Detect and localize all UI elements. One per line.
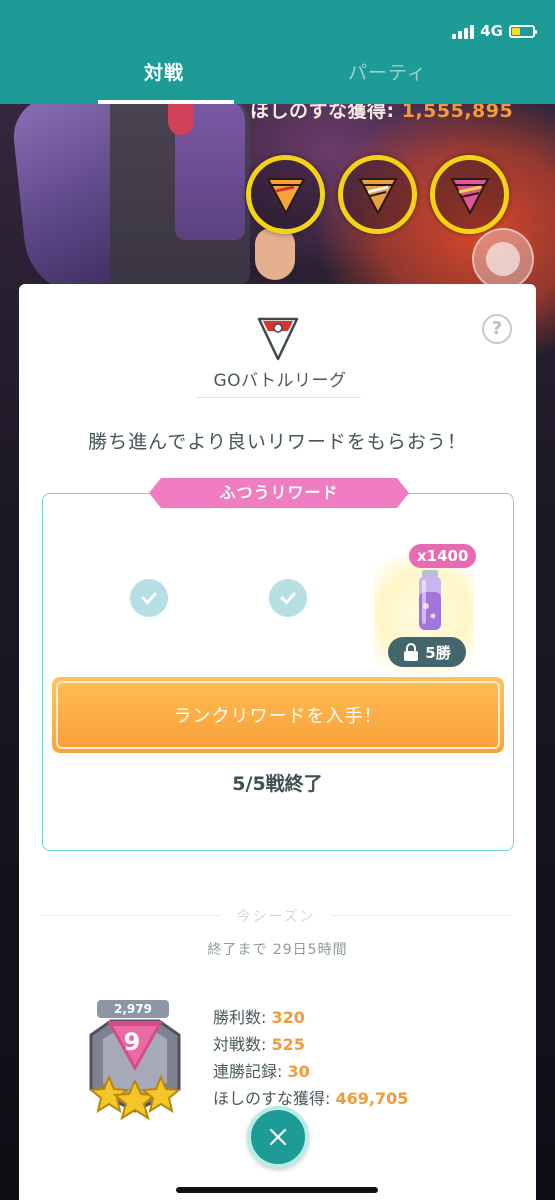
divider: [197, 397, 361, 398]
ultra-league-icon: [357, 177, 398, 215]
stat-value: 30: [287, 1062, 310, 1081]
divider: [331, 915, 511, 916]
reward-quantity-badge: x1400: [409, 544, 477, 568]
completed-win-marker: [269, 579, 307, 617]
stat-label: 勝利数:: [213, 1008, 267, 1027]
top-tab-bar: 4G 対戦 パーティ: [0, 0, 555, 104]
season-label: 今シーズン: [236, 909, 316, 925]
stat-battles: 対戦数: 525: [213, 1031, 408, 1058]
season-end-countdown: 終了まで 29日5時間: [207, 942, 348, 958]
network-type: 4G: [480, 22, 503, 40]
lock-win-requirement: 5勝: [425, 643, 451, 662]
battery-icon: [509, 24, 537, 38]
stat-label: ほしのすな獲得:: [213, 1089, 331, 1108]
tab-party[interactable]: パーティ: [348, 58, 427, 85]
season-stats: 勝利数: 320 対戦数: 525 連勝記録: 30 ほしのすな獲得: 469,…: [213, 1004, 408, 1112]
reward-tier-ribbon: ふつうリワード: [149, 478, 409, 508]
great-league-icon: [257, 317, 299, 361]
trainer-hand: [255, 228, 295, 280]
home-indicator[interactable]: [176, 1187, 378, 1193]
great-league-icon: [265, 177, 306, 215]
battle-league-panel: ? GOバトルリーグ 勝ち進んでより良いリワードをもらおう！ ふつうリワード x…: [19, 284, 536, 1200]
master-league-icon: [449, 177, 490, 215]
assistive-touch-button[interactable]: [472, 228, 534, 290]
active-tab-indicator: [98, 100, 234, 104]
stat-wins: 勝利数: 320: [213, 1004, 408, 1031]
league-name: GOバトルリーグ: [213, 371, 347, 391]
close-icon: [269, 1128, 287, 1146]
check-icon: [141, 592, 157, 604]
rating-badge: 2,979: [97, 1000, 169, 1018]
check-icon: [280, 592, 296, 604]
rank-number: 9: [123, 1028, 141, 1056]
master-league-badge[interactable]: [430, 155, 509, 234]
close-button[interactable]: [247, 1106, 309, 1168]
completed-win-marker: [130, 579, 168, 617]
stat-value: 469,705: [335, 1089, 409, 1108]
stat-win-streak: 連勝記録: 30: [213, 1058, 408, 1085]
stat-label: 連勝記録:: [213, 1062, 283, 1081]
battles-completed-text: 5/5戦終了: [232, 773, 323, 795]
reward-headline: 勝ち進んでより良いリワードをもらおう！: [88, 431, 467, 453]
claim-rank-reward-label: ランクリワードを入手！: [56, 681, 500, 749]
divider: [41, 915, 221, 916]
stat-label: 対戦数:: [213, 1035, 267, 1054]
great-league-badge[interactable]: [246, 155, 325, 234]
stat-value: 320: [271, 1008, 305, 1027]
ultra-league-badge[interactable]: [338, 155, 417, 234]
status-bar: 4G: [452, 22, 537, 40]
league-badge-row: [246, 155, 509, 234]
question-icon[interactable]: ?: [482, 314, 512, 344]
reward-lock-badge: 5勝: [388, 637, 466, 667]
signal-icon: [452, 24, 475, 39]
claim-rank-reward-button[interactable]: ランクリワードを入手！: [52, 677, 504, 753]
stat-stardust: ほしのすな獲得: 469,705: [213, 1085, 408, 1112]
tab-battle[interactable]: 対戦: [144, 58, 184, 85]
lock-icon: [404, 643, 419, 661]
potion-icon: [419, 570, 441, 630]
stat-value: 525: [271, 1035, 305, 1054]
